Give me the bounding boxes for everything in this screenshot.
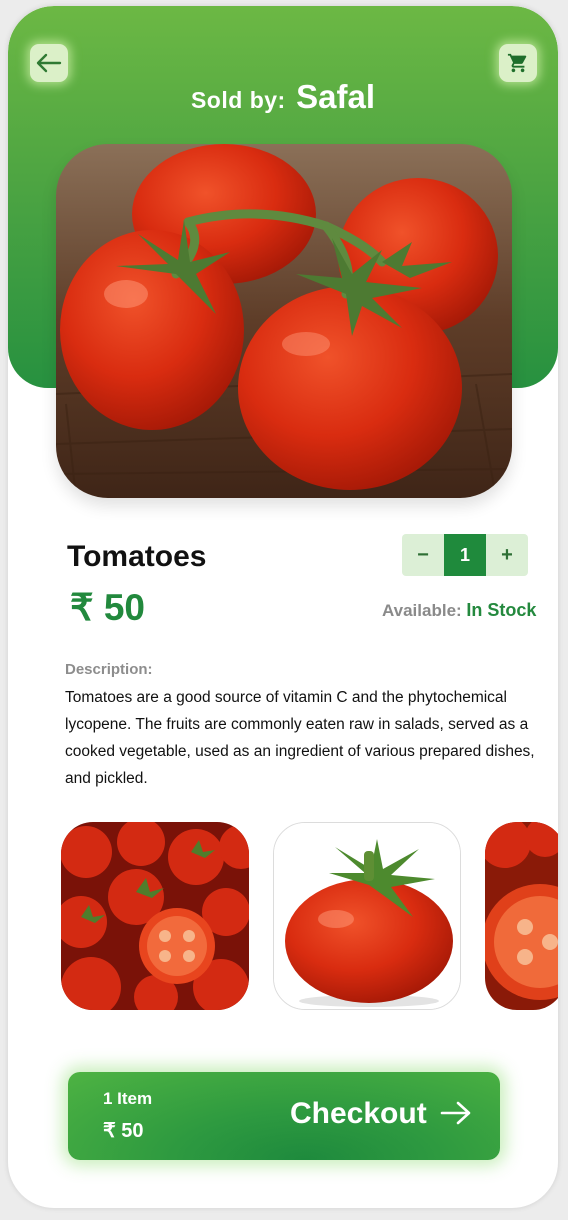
product-description: Tomatoes are a good source of vitamin C … <box>65 689 535 787</box>
seller-name: Safal <box>296 78 376 115</box>
availability-status: In Stock <box>466 600 537 620</box>
availability-label: Available: <box>382 601 462 620</box>
phone-screen: Sold by: Safal Tomatoes − 1 + ₹ 50 Avail… <box>8 6 558 1208</box>
gallery-thumbnail[interactable] <box>273 822 461 1010</box>
sold-by-label: Sold by: <box>190 87 286 113</box>
quantity-stepper: − 1 + <box>402 534 528 576</box>
cart-icon <box>507 53 527 73</box>
seller-heading: Sold by: Safal <box>8 78 558 116</box>
checkout-item-count: 1 Item <box>103 1089 153 1108</box>
checkout-total: ₹ 50 <box>103 1120 144 1142</box>
arrow-left-icon <box>36 53 62 73</box>
back-button[interactable] <box>30 44 68 82</box>
arrow-right-icon <box>440 1101 471 1125</box>
product-price: ₹ 50 <box>70 587 145 628</box>
availability: Available: In Stock <box>382 600 536 621</box>
gallery-thumbnail[interactable] <box>61 822 249 1010</box>
increment-button[interactable]: + <box>486 534 528 576</box>
product-title: Tomatoes <box>67 540 207 573</box>
checkout-button[interactable]: 1 Item ₹ 50 Checkout <box>68 1072 500 1160</box>
product-hero-image <box>56 144 512 498</box>
quantity-value: 1 <box>444 534 486 576</box>
gallery-thumbnail[interactable] <box>485 822 558 1010</box>
decrement-button[interactable]: − <box>402 534 444 576</box>
cart-button[interactable] <box>499 44 537 82</box>
description-label: Description: <box>65 661 153 678</box>
checkout-label: Checkout <box>290 1097 427 1130</box>
